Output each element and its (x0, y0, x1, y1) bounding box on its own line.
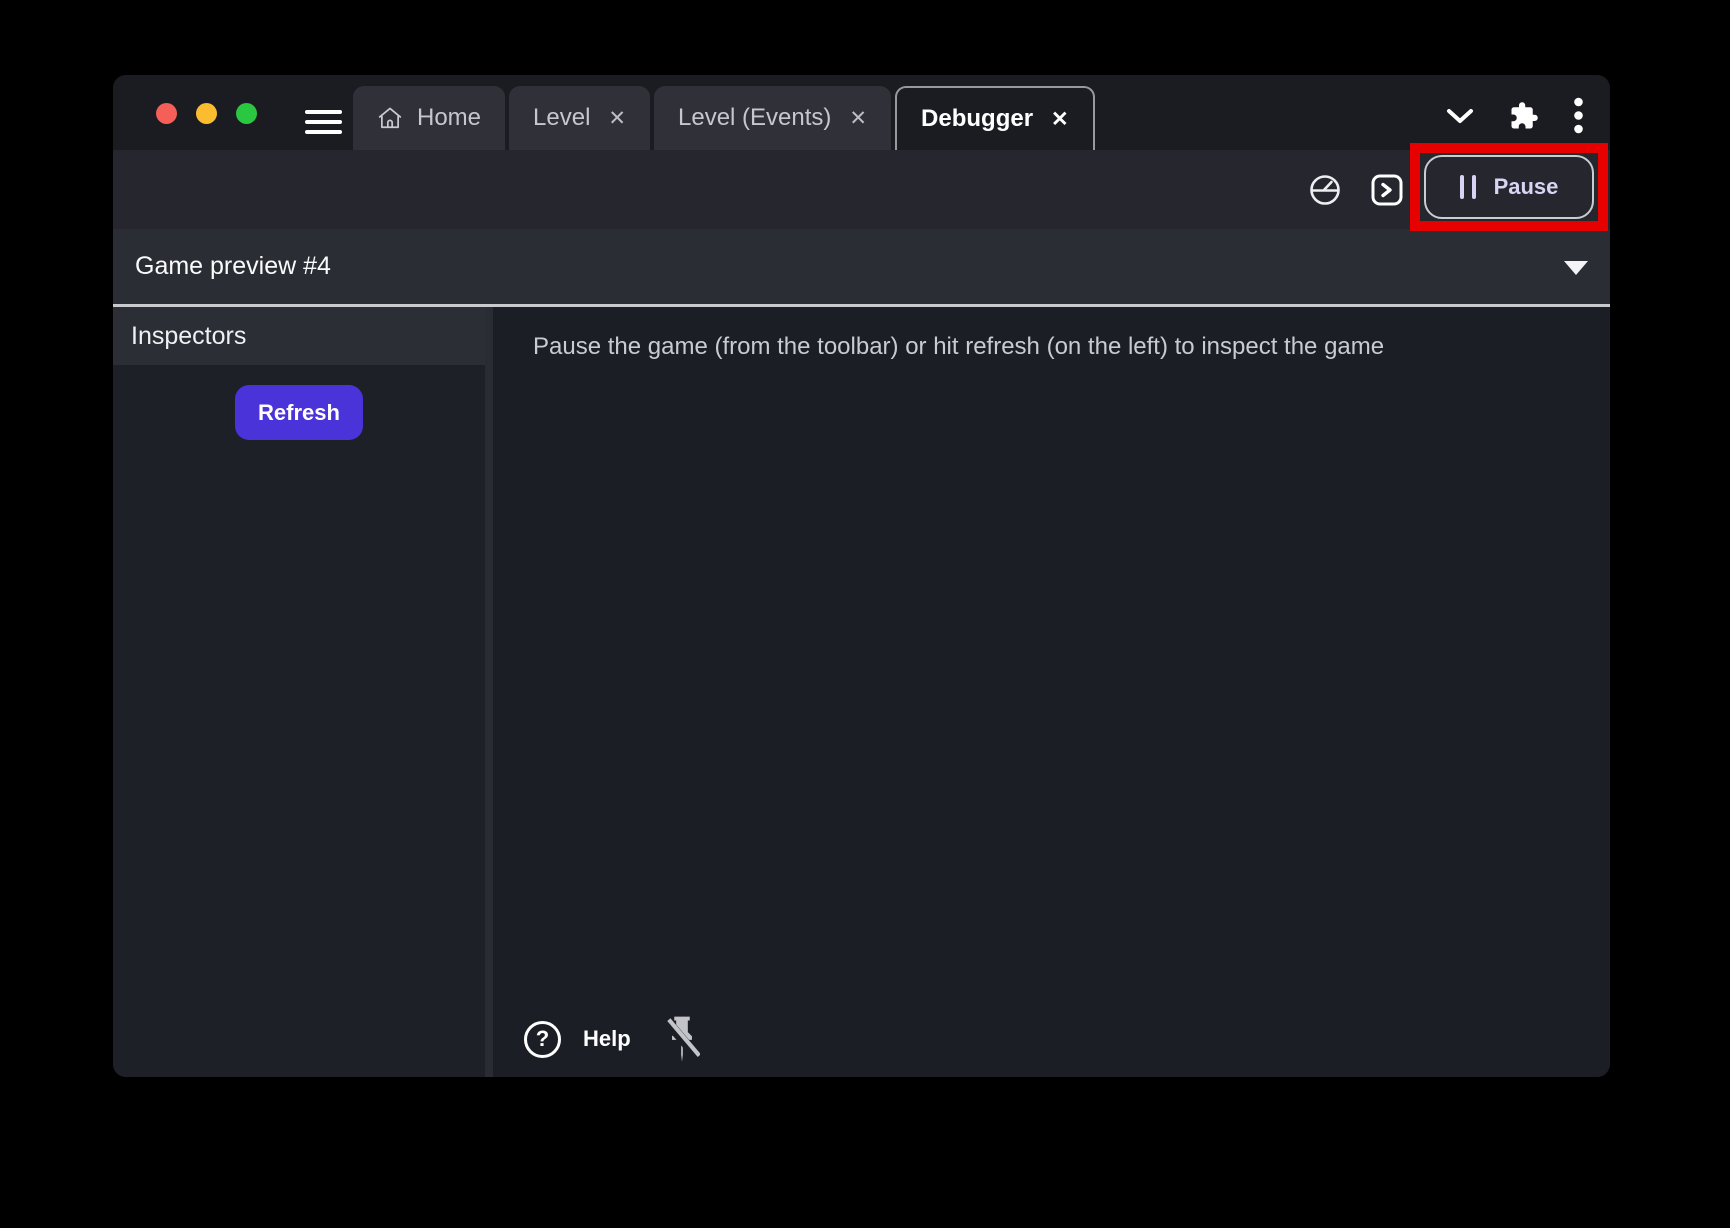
close-tab-icon[interactable]: ✕ (1047, 107, 1069, 132)
tab-bar: Home Level ✕ Level (Events) ✕ Debugger ✕ (353, 86, 1095, 150)
app-window: Home Level ✕ Level (Events) ✕ Debugger ✕ (113, 75, 1610, 1077)
game-preview-title: Game preview #4 (135, 252, 331, 281)
help-label: Help (583, 1026, 631, 1052)
tab-level-events[interactable]: Level (Events) ✕ (654, 86, 891, 150)
kebab-menu-icon[interactable] (1573, 97, 1584, 134)
window-controls (156, 103, 257, 124)
close-tab-icon[interactable]: ✕ (604, 106, 626, 131)
inspectors-sidebar: Inspectors Refresh (113, 307, 485, 1077)
annotation-highlight-box: Pause (1410, 143, 1608, 231)
hamburger-menu-icon[interactable] (305, 110, 342, 134)
refresh-button[interactable]: Refresh (235, 385, 363, 440)
pin-off-icon[interactable] (664, 1013, 700, 1065)
debugger-content: Inspectors Refresh Pause the game (from … (113, 307, 1610, 1077)
extensions-icon[interactable] (1509, 101, 1539, 131)
titlebar: Home Level ✕ Level (Events) ✕ Debugger ✕ (113, 75, 1610, 150)
pause-icon (1460, 175, 1476, 199)
chevron-down-icon[interactable] (1445, 107, 1475, 125)
titlebar-right-actions (1445, 97, 1584, 134)
profiler-icon[interactable] (1308, 173, 1342, 207)
inspector-main-panel: Pause the game (from the toolbar) or hit… (493, 307, 1610, 1077)
zoom-window-button[interactable] (236, 103, 257, 124)
panel-footer: ? Help (524, 1013, 700, 1065)
console-icon[interactable] (1370, 173, 1404, 207)
game-preview-selector[interactable]: Game preview #4 (113, 229, 1610, 304)
help-circle-icon: ? (524, 1021, 561, 1058)
tab-label: Home (417, 104, 481, 132)
tab-label: Level (533, 104, 590, 132)
inspectors-body: Refresh (113, 365, 485, 1077)
tab-label: Debugger (921, 105, 1033, 133)
help-button[interactable]: ? Help (524, 1021, 631, 1058)
tab-debugger[interactable]: Debugger ✕ (895, 86, 1095, 150)
vertical-divider (485, 307, 493, 1077)
minimize-window-button[interactable] (196, 103, 217, 124)
close-window-button[interactable] (156, 103, 177, 124)
caret-down-icon[interactable] (1564, 261, 1588, 275)
tab-label: Level (Events) (678, 104, 831, 132)
close-tab-icon[interactable]: ✕ (845, 106, 867, 131)
tab-level[interactable]: Level ✕ (509, 86, 650, 150)
home-icon (377, 105, 403, 131)
empty-state-message: Pause the game (from the toolbar) or hit… (493, 307, 1610, 361)
pause-button-label: Pause (1494, 174, 1559, 200)
pause-button[interactable]: Pause (1424, 155, 1594, 219)
debugger-toolbar: Pause (113, 150, 1610, 229)
inspectors-header: Inspectors (113, 307, 485, 365)
tab-home[interactable]: Home (353, 86, 505, 150)
